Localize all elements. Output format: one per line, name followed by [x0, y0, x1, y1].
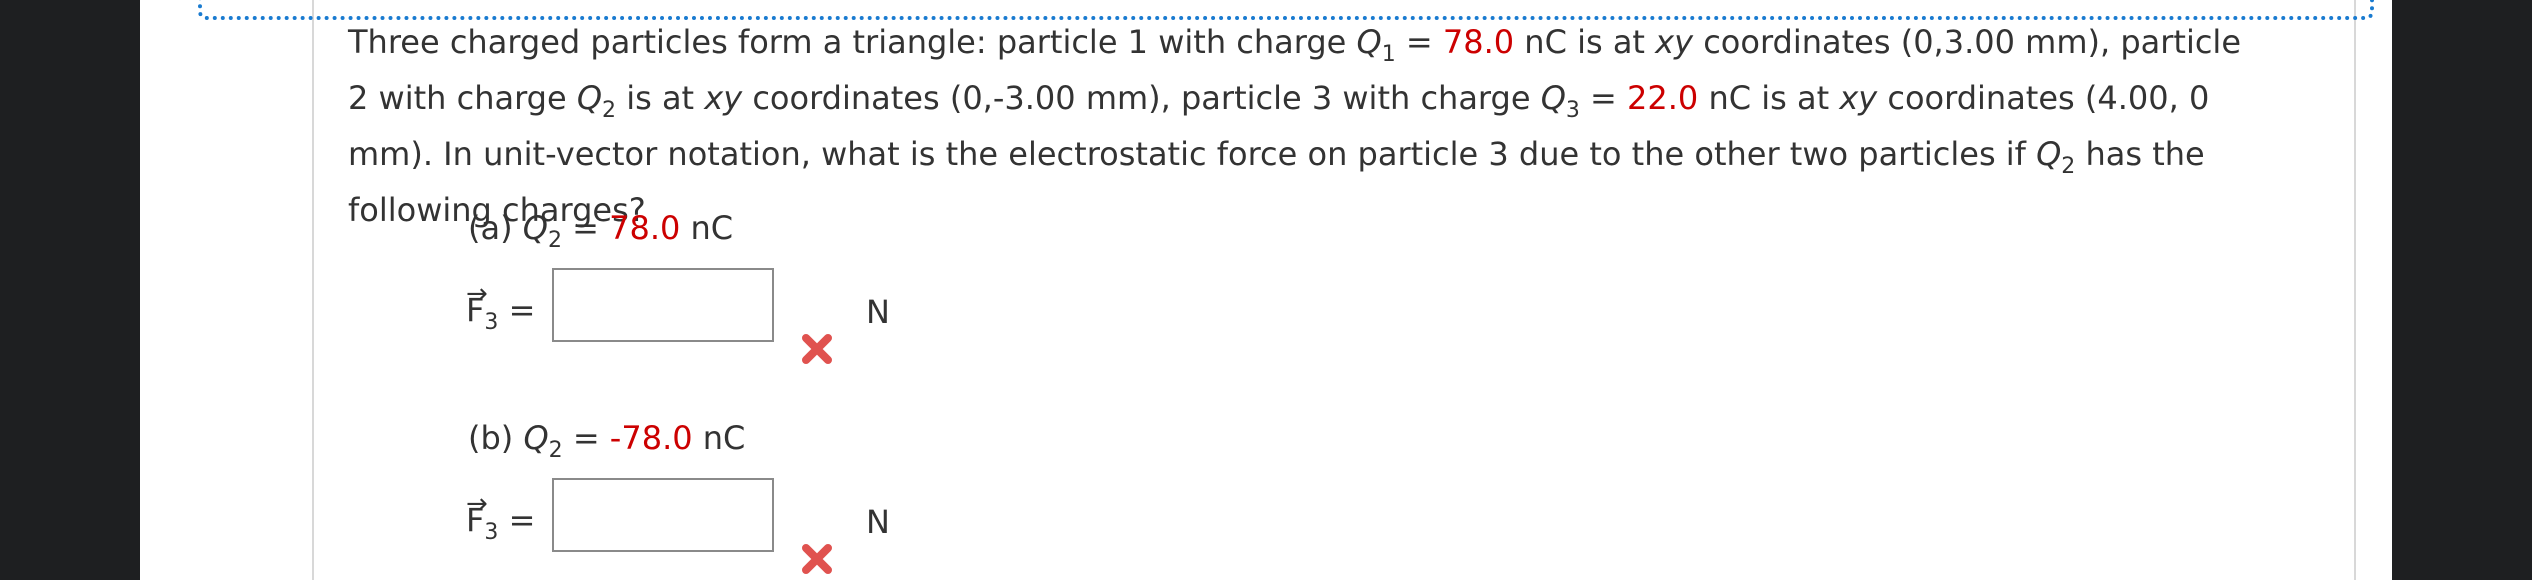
q1-value: 78.0 — [1442, 23, 1515, 61]
part-b-label: (b) Q2 = -78.0 nC — [468, 419, 746, 463]
vector-arrow-icon: → — [466, 489, 488, 519]
part-b-answer-input[interactable] — [552, 478, 774, 552]
vector-arrow-icon: → — [466, 279, 488, 309]
red-x-icon — [802, 544, 832, 574]
part-a-charge-value: 78.0 — [609, 209, 681, 247]
part-b-unit: N — [866, 503, 890, 541]
question-text: Three charged particles form a triangle:… — [348, 23, 2241, 229]
part-a-label: (a) Q2 = 78.0 nC — [468, 209, 734, 253]
part-b-force-label: → F3 = — [466, 489, 535, 544]
part-a-unit: N — [866, 293, 890, 331]
q3-value: 22.0 — [1627, 79, 1699, 117]
red-x-icon — [802, 334, 832, 364]
part-b-charge-value: -78.0 — [609, 419, 693, 457]
part-a-answer-input[interactable] — [552, 268, 774, 342]
part-a-force-label: → F3 = — [466, 279, 535, 334]
